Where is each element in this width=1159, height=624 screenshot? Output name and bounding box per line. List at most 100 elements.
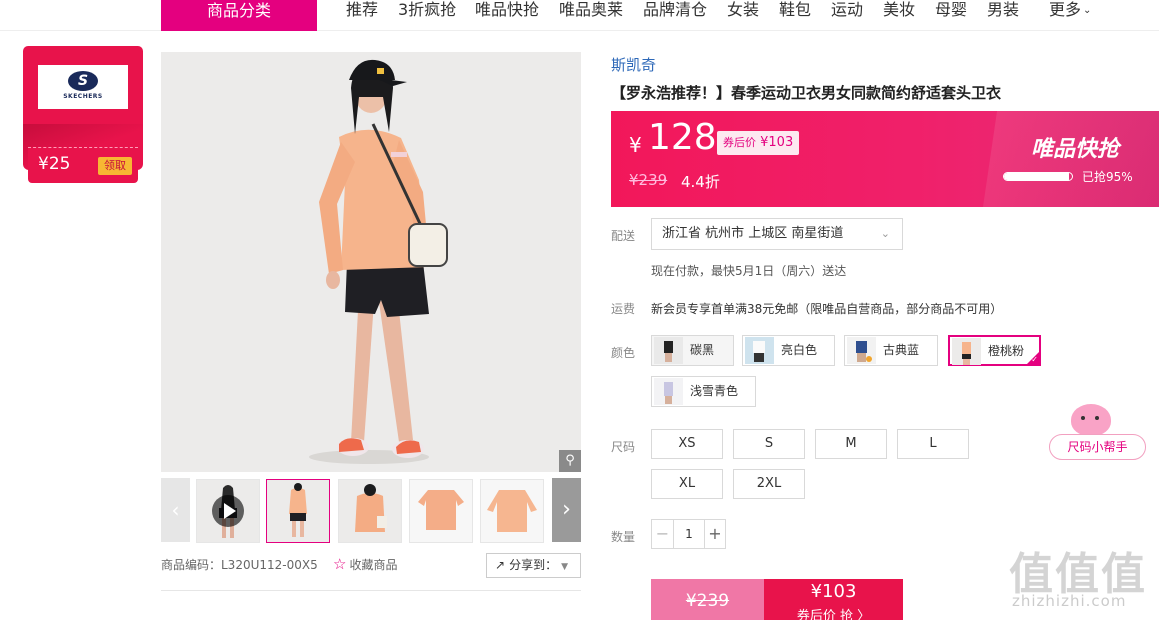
color-swatch-white (745, 337, 774, 364)
flash-sale-title: 唯品快抢 (1031, 137, 1120, 162)
coupon-price-badge: 券后价 ¥103 (717, 131, 800, 155)
discount-rate: 4.4折 (681, 173, 720, 191)
chevron-down-icon: ⌄ (880, 227, 890, 240)
product-main-image[interactable] (161, 52, 581, 472)
share-dropdown[interactable]: ↗ 分享到： ▼ (486, 553, 581, 578)
coupon-amount: ¥25 (38, 154, 71, 174)
size-option-l[interactable]: L (897, 429, 969, 459)
quantity-label: 数量 (611, 530, 636, 544)
buy-coupon-price: ¥103 (810, 581, 857, 602)
nav-more-label: 更多 (1049, 0, 1082, 19)
nav-item-recommend[interactable]: 推荐 (346, 0, 378, 20)
brand-coupon[interactable]: S SKECHERS ¥25 领取 (23, 46, 143, 186)
mascot-icon (1071, 404, 1111, 436)
color-swatch-blue (847, 337, 876, 364)
freight-label: 运费 (611, 302, 636, 316)
thumbnail-2[interactable] (338, 479, 402, 543)
color-option-lilac[interactable]: 浅雪青色 (651, 376, 756, 407)
thumbnail-1-image (267, 480, 329, 542)
sold-progress-text: 已抢95% (1082, 170, 1133, 184)
sold-progress-fill (1004, 173, 1069, 180)
buy-original-price[interactable]: ¥239 (651, 579, 764, 620)
thumbnail-1[interactable] (266, 479, 330, 543)
color-option-label: 浅雪青色 (690, 384, 739, 398)
chevron-down-icon: ▼ (561, 562, 568, 572)
model-photo (161, 52, 581, 472)
coupon-price-value: ¥103 (760, 135, 794, 150)
coupon-footer: ¥25 领取 (28, 147, 138, 183)
buy-coupon-text: 券后价 抢 〉 (796, 609, 871, 624)
nav-item-clearance[interactable]: 品牌清仓 (643, 0, 707, 20)
delivery-estimate: 现在付款，最快5月1日（周六）送达 (651, 264, 847, 278)
color-option-white[interactable]: 亮白色 (742, 335, 835, 366)
brand-logo-text: SKECHERS (63, 93, 103, 100)
top-nav: 商品分类 推荐 3折疯抢 唯品快抢 唯品奥莱 品牌清仓 女装 鞋包 运动 美妆 … (0, 0, 1159, 31)
color-option-blue[interactable]: 古典蓝 (844, 335, 938, 366)
quantity-input[interactable]: 1 (674, 520, 704, 548)
color-swatch-black (654, 337, 683, 364)
address-selector[interactable]: 浙江省 杭州市 上城区 南星街道 ⌄ (651, 218, 903, 250)
nav-item-sports[interactable]: 运动 (831, 0, 863, 20)
thumbnail-video-image (197, 480, 259, 542)
chevron-left-icon[interactable]: ‹ (161, 478, 190, 542)
size-helper[interactable]: 尺码小帮手 (1049, 404, 1147, 460)
coupon-claim-button[interactable]: 领取 (98, 157, 132, 175)
nav-item-men[interactable]: 男装 (987, 0, 1019, 20)
thumbnail-4[interactable] (480, 479, 544, 543)
brand-logo: S SKECHERS (38, 65, 128, 109)
nav-item-outlets[interactable]: 唯品奥莱 (559, 0, 623, 20)
check-icon: ✓ (1031, 355, 1038, 364)
nav-item-bags-shoes[interactable]: 鞋包 (779, 0, 811, 20)
current-price: 128 (648, 117, 717, 158)
price-panel: ¥ 128 券后价 ¥103 ¥239 4.4折 唯品快抢 已抢95% (611, 111, 1159, 207)
share-label: 分享到： (509, 558, 558, 572)
buy-with-coupon-button[interactable]: ¥103 券后价 抢 〉 (764, 579, 903, 624)
thumbnail-3[interactable] (409, 479, 473, 543)
size-option-xs[interactable]: XS (651, 429, 723, 459)
nav-item-30-off[interactable]: 3折疯抢 (398, 0, 456, 20)
chevron-down-icon: ⌄ (1083, 5, 1092, 16)
quantity-stepper: − 1 + (651, 519, 726, 549)
favorite-button[interactable]: ☆ 收藏商品 (333, 555, 397, 573)
currency-symbol: ¥ (629, 133, 642, 157)
color-label: 颜色 (611, 346, 636, 360)
quantity-increase-button[interactable]: + (704, 520, 725, 548)
product-code: 商品编码：L320U112-00X5 (161, 558, 318, 572)
size-option-2xl[interactable]: 2XL (733, 469, 805, 499)
size-option-m[interactable]: M (815, 429, 887, 459)
favorite-label: 收藏商品 (349, 558, 398, 572)
product-title: 【罗永浩推荐！】春季运动卫衣男女同款简约舒适套头卫衣 (611, 84, 1002, 102)
delivery-label: 配送 (611, 229, 636, 243)
color-option-label: 碳黑 (690, 343, 715, 357)
color-option-label: 亮白色 (781, 343, 818, 357)
color-swatch-lilac (654, 378, 683, 405)
nav-item-beauty[interactable]: 美妆 (883, 0, 915, 20)
size-option-xl[interactable]: XL (651, 469, 723, 499)
nav-item-women[interactable]: 女装 (727, 0, 759, 20)
thumbnail-2-image (339, 480, 401, 542)
color-option-label: 古典蓝 (883, 343, 920, 357)
category-menu-button[interactable]: 商品分类 (161, 0, 317, 31)
divider (161, 590, 581, 591)
size-option-s[interactable]: S (733, 429, 805, 459)
watermark-text: zhizhizhi.com (1012, 592, 1127, 610)
original-price: ¥239 (629, 171, 668, 189)
color-swatch-peach (952, 338, 981, 365)
color-option-label: 橙桃粉 (988, 344, 1025, 358)
magnifier-icon[interactable]: ⚲ (559, 450, 581, 472)
chevron-right-icon[interactable]: › (552, 478, 581, 542)
address-value: 浙江省 杭州市 上城区 南星街道 (662, 226, 844, 241)
nav-item-baby[interactable]: 母婴 (935, 0, 967, 20)
quantity-decrease-button[interactable]: − (652, 520, 674, 548)
thumbnail-video[interactable] (196, 479, 260, 543)
brand-link[interactable]: 斯凯奇 (611, 54, 656, 75)
nav-item-flash-sale[interactable]: 唯品快抢 (475, 0, 539, 20)
nav-item-more[interactable]: 更多 ⌄ (1049, 0, 1091, 21)
size-label: 尺码 (611, 440, 636, 454)
color-option-black[interactable]: 碳黑 (651, 335, 734, 366)
brand-logo-mark: S (68, 71, 98, 91)
star-icon: ☆ (333, 555, 347, 573)
color-option-peach[interactable]: 橙桃粉 ✓ (948, 335, 1041, 366)
size-helper-label: 尺码小帮手 (1049, 434, 1146, 460)
sold-progress-bar (1003, 172, 1073, 181)
